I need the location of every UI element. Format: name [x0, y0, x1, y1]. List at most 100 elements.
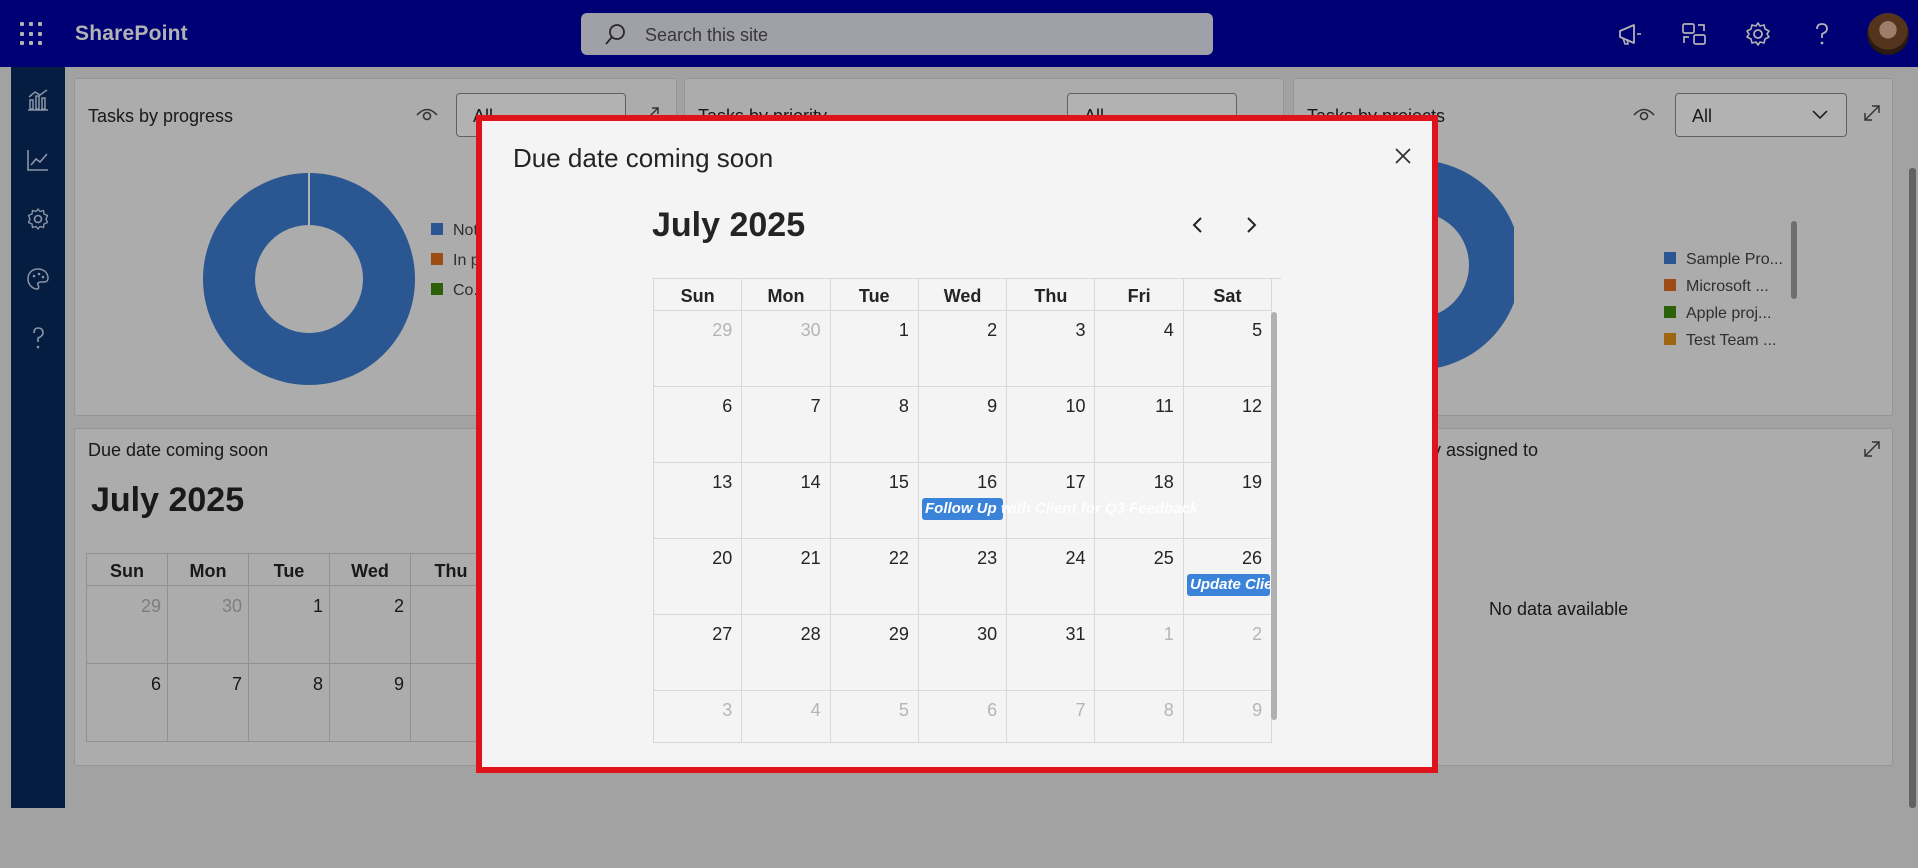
calendar-day-cell[interactable]: 4 [742, 691, 831, 743]
day-number: 7 [1075, 700, 1086, 720]
weekday-header: Mon [742, 279, 831, 311]
calendar-day-cell[interactable]: 5 [1183, 311, 1273, 387]
calendar-day-cell[interactable]: 1 [830, 311, 919, 387]
calendar-week-row: 29 30 1 2 3 4 5 [654, 311, 1281, 387]
calendar-day-cell[interactable]: 11 [1095, 387, 1184, 463]
calendar-scrollbar[interactable] [1271, 312, 1277, 720]
calendar-day-cell[interactable]: 14 [742, 463, 831, 539]
day-number: 3 [1075, 320, 1086, 340]
modal-title: Due date coming soon [513, 143, 774, 173]
event-label: Update Clie [1190, 576, 1270, 593]
calendar-day-cell[interactable]: 2 [1183, 615, 1273, 691]
calendar-day-cell[interactable]: 13 [654, 463, 743, 539]
day-number: 17 [1065, 472, 1086, 492]
day-number: 6 [722, 396, 733, 416]
calendar-header-row: Sun Mon Tue Wed Thu Fri Sat [654, 279, 1281, 311]
day-number: 14 [800, 472, 821, 492]
calendar-day-cell[interactable]: 10 [1007, 387, 1096, 463]
calendar-day-cell[interactable]: 3 [654, 691, 743, 743]
day-number: 29 [712, 320, 733, 340]
calendar-day-cell[interactable]: 23 [918, 539, 1008, 615]
calendar-day-cell[interactable]: 8 [830, 387, 919, 463]
day-number: 5 [1252, 320, 1263, 340]
calendar-day-cell[interactable]: 8 [1095, 691, 1184, 743]
calendar-day-cell[interactable]: 24 [1007, 539, 1096, 615]
calendar-day-cell[interactable]: 30 [918, 615, 1008, 691]
weekday-header: Wed [918, 279, 1008, 311]
calendar-event[interactable]: Update Clie [1187, 574, 1270, 596]
day-number: 23 [977, 548, 998, 568]
close-icon[interactable] [1390, 143, 1416, 169]
chevron-right-icon[interactable] [1237, 211, 1265, 239]
weekday-header: Sun [654, 279, 743, 311]
calendar-day-cell[interactable]: 2 [918, 311, 1008, 387]
day-number: 2 [987, 320, 998, 340]
calendar-day-cell[interactable]: 7 [1007, 691, 1096, 743]
day-number: 30 [800, 320, 821, 340]
day-number: 21 [800, 548, 821, 568]
day-number: 9 [987, 396, 998, 416]
day-number: 20 [712, 548, 733, 568]
calendar-day-cell[interactable]: 29 [654, 311, 743, 387]
day-number: 6 [987, 700, 998, 720]
day-number: 1 [898, 320, 909, 340]
calendar-day-cell[interactable]: 6 [654, 387, 743, 463]
day-number: 22 [888, 548, 909, 568]
calendar-event[interactable]: Follow Up with Client for Q3 Feedback [922, 498, 1198, 520]
calendar-day-cell[interactable]: 5 [830, 691, 919, 743]
day-number: 2 [1252, 624, 1263, 644]
day-number: 24 [1065, 548, 1086, 568]
calendar-day-cell[interactable]: 25 [1095, 539, 1184, 615]
weekday-header: Tue [830, 279, 919, 311]
day-number: 28 [800, 624, 821, 644]
calendar-day-cell[interactable]: 29 [830, 615, 919, 691]
calendar-day-cell[interactable]: 27 [654, 615, 743, 691]
calendar-week-row: 6 7 8 9 10 11 12 [654, 387, 1281, 463]
calendar-day-cell[interactable]: 1 [1095, 615, 1184, 691]
calendar-day-cell[interactable]: 3 [1007, 311, 1096, 387]
calendar-week-row: 3 4 5 6 7 8 9 [654, 691, 1281, 743]
day-number: 27 [712, 624, 733, 644]
calendar-day-cell[interactable]: 31 [1007, 615, 1096, 691]
calendar-day-cell[interactable]: 22 [830, 539, 919, 615]
day-number: 19 [1242, 472, 1263, 492]
day-number: 30 [977, 624, 998, 644]
day-number: 26 [1242, 548, 1263, 568]
day-number: 4 [1163, 320, 1174, 340]
weekday-header: Sat [1183, 279, 1273, 311]
calendar-month-title: July 2025 [652, 206, 806, 244]
day-number: 9 [1252, 700, 1263, 720]
calendar-day-cell[interactable]: 28 [742, 615, 831, 691]
calendar-day-cell[interactable]: 9 [1183, 691, 1273, 743]
day-number: 1 [1163, 624, 1174, 644]
calendar-day-cell[interactable]: 6 [918, 691, 1008, 743]
weekday-header: Thu [1007, 279, 1096, 311]
calendar-day-cell[interactable]: 20 [654, 539, 743, 615]
day-number: 13 [712, 472, 733, 492]
day-number: 31 [1065, 624, 1086, 644]
day-number: 7 [810, 396, 821, 416]
calendar-day-cell[interactable]: 30 [742, 311, 831, 387]
day-number: 4 [810, 700, 821, 720]
chevron-left-icon[interactable] [1184, 211, 1212, 239]
day-number: 8 [1163, 700, 1174, 720]
calendar-day-cell[interactable]: 9 [918, 387, 1008, 463]
day-number: 12 [1242, 396, 1263, 416]
calendar-day-cell[interactable]: 4 [1095, 311, 1184, 387]
calendar-day-cell[interactable]: 21 [742, 539, 831, 615]
day-number: 5 [898, 700, 909, 720]
calendar-week-row: 27 28 29 30 31 1 2 [654, 615, 1281, 691]
weekday-header: Fri [1095, 279, 1184, 311]
day-number: 18 [1153, 472, 1174, 492]
calendar-day-cell[interactable]: 12 [1183, 387, 1273, 463]
day-number: 25 [1153, 548, 1174, 568]
due-date-modal: Due date coming soon July 2025 Sun Mon Tue… [476, 115, 1438, 773]
calendar-day-cell[interactable]: 15 [830, 463, 919, 539]
calendar-day-cell[interactable]: 7 [742, 387, 831, 463]
day-number: 11 [1155, 396, 1174, 416]
day-number: 29 [888, 624, 909, 644]
day-number: 16 [977, 472, 998, 492]
day-number: 10 [1065, 396, 1086, 416]
event-label: Follow Up [925, 500, 997, 517]
day-number: 8 [898, 396, 909, 416]
